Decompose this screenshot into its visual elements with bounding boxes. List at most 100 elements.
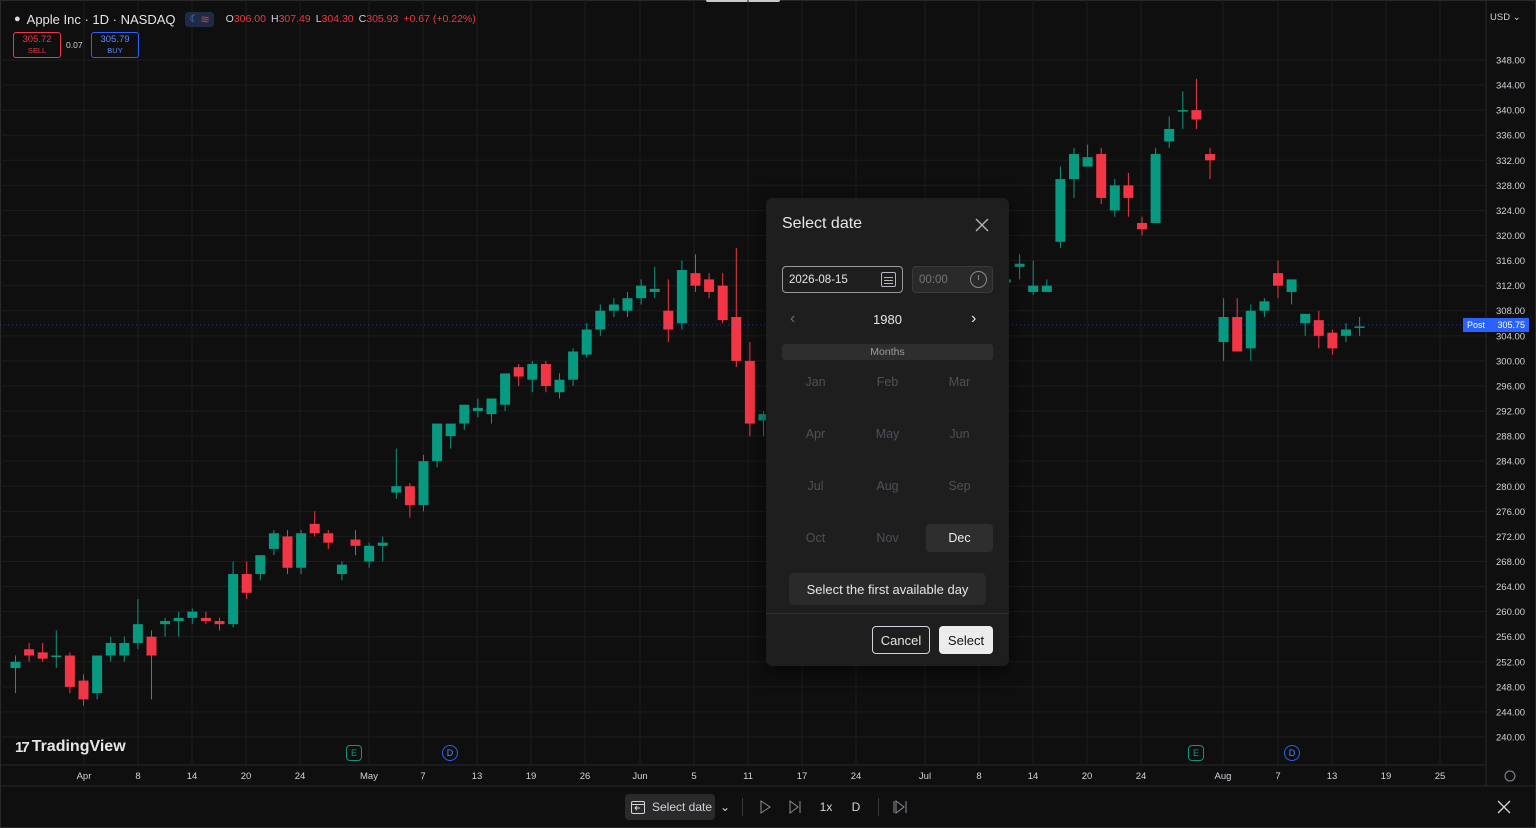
x-tick-label: Apr bbox=[77, 771, 92, 782]
month-mar: Mar bbox=[948, 375, 971, 389]
candle-body bbox=[364, 545, 375, 562]
candle-body bbox=[1150, 154, 1161, 223]
calendar-icon[interactable] bbox=[881, 272, 896, 287]
earnings-event-icon[interactable]: E bbox=[346, 745, 362, 761]
x-tick-label: 19 bbox=[526, 771, 537, 782]
symbol-title[interactable]: Apple Inc · 1D · NASDAQ bbox=[27, 12, 176, 27]
clock-icon bbox=[970, 271, 987, 288]
dividend-event-icon[interactable]: D bbox=[442, 745, 458, 761]
candle-body bbox=[554, 379, 565, 393]
candle-body bbox=[51, 655, 62, 658]
candle-body bbox=[1014, 263, 1025, 267]
x-tick-label: 5 bbox=[691, 771, 696, 782]
chevron-down-icon[interactable]: ⌄ bbox=[718, 794, 732, 820]
candle-body bbox=[1232, 317, 1243, 352]
candle-body bbox=[704, 279, 715, 292]
candle-body bbox=[663, 310, 674, 330]
next-year-icon[interactable]: › bbox=[971, 310, 976, 328]
candle-body bbox=[296, 533, 307, 568]
select-first-available-day-button[interactable]: Select the first available day bbox=[789, 573, 986, 605]
candle-body bbox=[690, 273, 701, 286]
candle-body bbox=[1109, 185, 1120, 211]
month-jul: Jul bbox=[807, 479, 824, 493]
toolbar-divider bbox=[742, 798, 743, 816]
play-icon[interactable] bbox=[755, 794, 775, 820]
candle-body bbox=[350, 539, 361, 546]
months-header: Months bbox=[782, 344, 993, 360]
candle-body bbox=[10, 661, 21, 669]
y-tick-label: 312.00 bbox=[1496, 281, 1525, 292]
tradingview-mark-icon: 17 bbox=[15, 738, 30, 756]
cancel-button[interactable]: Cancel bbox=[872, 626, 930, 654]
candle-body bbox=[1259, 301, 1270, 311]
candle-body bbox=[1177, 110, 1188, 112]
candle-body bbox=[717, 285, 728, 321]
candle-body bbox=[1164, 128, 1175, 142]
y-tick-label: 340.00 bbox=[1496, 106, 1525, 117]
dialog-divider bbox=[766, 613, 1009, 614]
x-tick-label: 19 bbox=[1381, 771, 1392, 782]
speed-button[interactable]: 1x bbox=[815, 794, 837, 820]
step-forward-icon[interactable] bbox=[785, 794, 805, 820]
candle-body bbox=[1327, 332, 1338, 349]
currency-selector[interactable]: USD ⌄ bbox=[1490, 12, 1521, 23]
close-replay-icon[interactable] bbox=[1494, 794, 1514, 820]
candle-body bbox=[595, 310, 606, 330]
y-tick-label: 264.00 bbox=[1496, 582, 1525, 593]
dividend-event-icon[interactable]: D bbox=[1284, 745, 1300, 761]
y-tick-label: 308.00 bbox=[1496, 306, 1525, 317]
y-tick-label: 296.00 bbox=[1496, 381, 1525, 392]
sell-button[interactable]: 305.72 SELL bbox=[13, 32, 61, 58]
post-tag: Post bbox=[1467, 320, 1486, 330]
symbol-header: ● Apple Inc · 1D · NASDAQ ☾ ≋ O306.00 H3… bbox=[14, 9, 476, 29]
y-tick-label: 276.00 bbox=[1496, 507, 1525, 518]
candle-body bbox=[636, 285, 647, 299]
x-tick-label: Aug bbox=[1215, 771, 1232, 782]
dialog-title: Select date bbox=[782, 215, 863, 232]
x-tick-label: 24 bbox=[1136, 771, 1147, 782]
session-badges[interactable]: ☾ ≋ bbox=[185, 11, 214, 27]
select-button[interactable]: Select bbox=[939, 626, 993, 654]
candle-body bbox=[445, 423, 456, 437]
earnings-event-icon[interactable]: E bbox=[1188, 745, 1204, 761]
candle-body bbox=[432, 423, 443, 462]
buy-label: BUY bbox=[107, 46, 123, 55]
x-tick-label: 14 bbox=[187, 771, 198, 782]
candle-body bbox=[1218, 317, 1229, 343]
jump-to-realtime-icon[interactable] bbox=[890, 794, 910, 820]
month-sep: Sep bbox=[948, 479, 971, 493]
post-price: 305.75 bbox=[1497, 320, 1525, 330]
candle-body bbox=[146, 636, 157, 656]
buy-button[interactable]: 305.79 BUY bbox=[91, 32, 139, 58]
candle-body bbox=[1245, 310, 1256, 349]
x-tick-label: 8 bbox=[135, 771, 140, 782]
y-tick-label: 284.00 bbox=[1496, 457, 1525, 468]
settings-gear-icon[interactable] bbox=[1504, 770, 1516, 782]
close-icon[interactable] bbox=[971, 214, 993, 236]
x-tick-label: 13 bbox=[472, 771, 483, 782]
candle-body bbox=[255, 555, 266, 575]
y-tick-label: 260.00 bbox=[1496, 607, 1525, 618]
candle-body bbox=[731, 317, 742, 361]
candle-body bbox=[1313, 320, 1324, 336]
logo-text: TradingView bbox=[31, 738, 126, 755]
candle-body bbox=[1041, 285, 1052, 292]
moon-icon: ☾ bbox=[189, 13, 199, 25]
select-date-button[interactable]: Select date bbox=[625, 794, 715, 820]
x-tick-label: Jun bbox=[632, 771, 647, 782]
y-tick-label: 244.00 bbox=[1496, 707, 1525, 718]
x-tick-label: 8 bbox=[976, 771, 981, 782]
y-tick-label: 252.00 bbox=[1496, 657, 1525, 668]
candle-body bbox=[1082, 157, 1093, 167]
candle-body bbox=[377, 542, 388, 546]
x-tick-label: 20 bbox=[1082, 771, 1093, 782]
interval-button[interactable]: D bbox=[846, 794, 866, 820]
y-tick-label: 240.00 bbox=[1496, 733, 1525, 744]
candle-body bbox=[459, 404, 470, 424]
candle-body bbox=[486, 398, 497, 415]
month-dec[interactable]: Dec bbox=[926, 524, 993, 552]
x-tick-label: 17 bbox=[797, 771, 808, 782]
candle-body bbox=[24, 649, 35, 656]
x-tick-label: 7 bbox=[420, 771, 425, 782]
y-tick-label: 300.00 bbox=[1496, 356, 1525, 367]
